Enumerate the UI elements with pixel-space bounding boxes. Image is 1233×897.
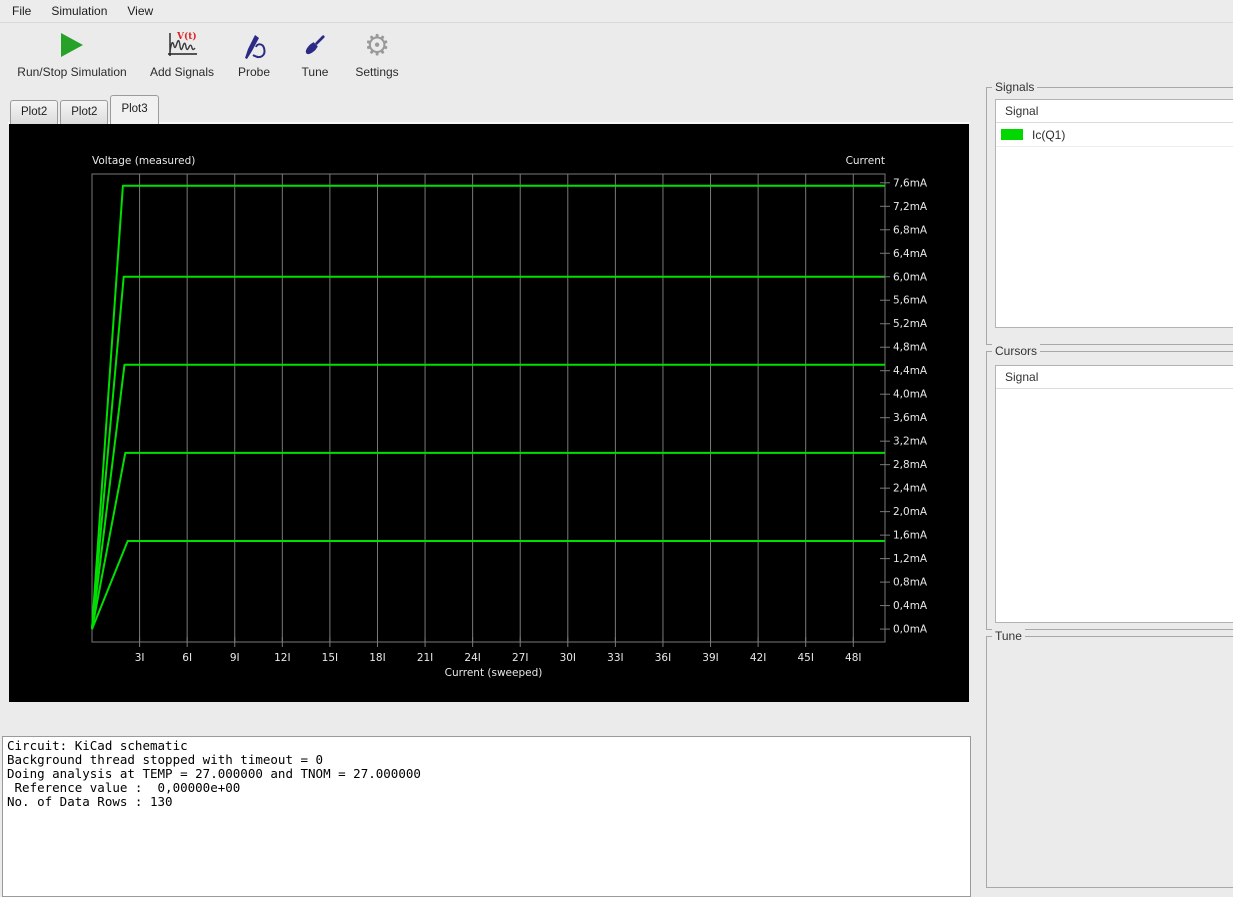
signal-color-swatch: [1001, 129, 1023, 140]
x-tick-label: 45I: [797, 652, 813, 664]
add-signals-button[interactable]: V(t) Add Signals: [143, 27, 221, 79]
gear-icon: ⚙: [364, 27, 390, 62]
run-stop-simulation-button[interactable]: Run/Stop Simulation: [8, 27, 136, 79]
y-tick-label: 7,2mA: [893, 201, 928, 213]
plot-traces: [91, 184, 885, 630]
y-tick-label: 6,8mA: [893, 224, 928, 236]
x-tick-label: 12I: [274, 652, 290, 664]
plot-grid: [139, 174, 854, 642]
y-tick-label: 1,6mA: [893, 530, 928, 542]
y-tick-label: 1,2mA: [893, 553, 928, 565]
x-tick-label: 6I: [182, 652, 192, 664]
y-tick-label: 4,4mA: [893, 365, 928, 377]
signals-list[interactable]: Signal Ic(Q1): [995, 99, 1233, 328]
x-tick-label: 15I: [322, 652, 338, 664]
y-tick-label: 7,6mA: [893, 177, 928, 189]
y-axis-title-left: Voltage (measured): [92, 155, 195, 167]
x-tick-label: 21I: [417, 652, 433, 664]
x-tick-label: 33I: [607, 652, 623, 664]
plot-canvas[interactable]: 0,0mA 0,4mA 0,8mA 1,2mA 1,6mA 2,0mA 2,4mA 2,8mA…: [9, 124, 967, 700]
y-tick-label: 0,0mA: [893, 624, 928, 636]
tune-button[interactable]: Tune: [292, 27, 338, 79]
trace-ic-q1-step-5: [91, 184, 885, 630]
x-axis-ticks: 3I 6I 9I 12I 15I 18I 21I 24I 27I 30I 33I 36I 39I 42I 4…: [135, 637, 862, 664]
plot-panel[interactable]: 0,0mA 0,4mA 0,8mA 1,2mA 1,6mA 2,0mA 2,4mA 2,8mA…: [9, 124, 969, 702]
menu-item-view[interactable]: View: [117, 1, 163, 21]
tune-groupbox-title: Tune: [992, 629, 1025, 643]
x-tick-label: 48I: [845, 652, 861, 664]
signals-groupbox: Signals Signal Ic(Q1): [986, 80, 1233, 345]
tab-plot3-2[interactable]: Plot3: [110, 95, 159, 124]
y-tick-label: 6,4mA: [893, 248, 928, 260]
menu-item-simulation[interactable]: Simulation: [41, 1, 117, 21]
x-tick-label: 9I: [230, 652, 240, 664]
plot-frame: [91, 173, 886, 643]
signal-row[interactable]: Ic(Q1): [996, 123, 1233, 147]
y-tick-label: 4,8mA: [893, 342, 928, 354]
settings-button[interactable]: ⚙ Settings: [348, 27, 406, 79]
y-tick-label: 0,8mA: [893, 577, 928, 589]
y-axis-title-right: Current: [846, 155, 885, 167]
menu-bar: File Simulation View: [0, 0, 1233, 23]
tune-label: Tune: [301, 65, 329, 79]
y-tick-label: 5,2mA: [893, 318, 928, 330]
tab-plot2-0[interactable]: Plot2: [10, 100, 59, 124]
cursors-groupbox: Cursors Signal: [986, 344, 1233, 630]
cursors-list[interactable]: Signal: [995, 365, 1233, 623]
y-tick-label: 4,0mA: [893, 389, 928, 401]
cursors-column-header[interactable]: Signal: [996, 366, 1233, 389]
probe-button[interactable]: Probe: [228, 27, 280, 79]
x-tick-label: 24I: [464, 652, 480, 664]
run-stop-simulation-label: Run/Stop Simulation: [17, 65, 127, 79]
tab-plot2-1[interactable]: Plot2: [60, 100, 109, 124]
probe-icon: [238, 27, 270, 63]
waveform-icon: V(t): [164, 27, 200, 63]
y-tick-label: 3,6mA: [893, 412, 928, 424]
x-tick-label: 27I: [512, 652, 528, 664]
play-icon: [59, 27, 85, 63]
trace-ic-q1-step-3: [91, 363, 885, 630]
tune-icon: [300, 27, 330, 63]
settings-label: Settings: [355, 65, 399, 79]
add-signals-label: Add Signals: [149, 65, 215, 79]
x-tick-label: 3I: [135, 652, 145, 664]
signals-groupbox-title: Signals: [992, 80, 1038, 94]
x-tick-label: 42I: [750, 652, 766, 664]
y-tick-label: 2,8mA: [893, 459, 928, 471]
y-tick-label: 2,0mA: [893, 506, 928, 518]
y-tick-label: 0,4mA: [893, 600, 928, 612]
signals-column-header[interactable]: Signal: [996, 100, 1233, 123]
signal-name: Ic(Q1): [1032, 127, 1066, 142]
plot-tabstrip: Plot2 Plot2 Plot3: [10, 95, 161, 124]
trace-ic-q1-step-1: [91, 540, 885, 630]
y-tick-label: 6,0mA: [893, 271, 928, 283]
x-tick-label: 36I: [655, 652, 671, 664]
y-axis-ticks: 0,0mA 0,4mA 0,8mA 1,2mA 1,6mA 2,0mA 2,4mA 2,8mA…: [880, 177, 928, 636]
x-axis-title: Current (sweeped): [445, 667, 543, 679]
console-log: Circuit: KiCad schematic Background thre…: [2, 735, 971, 897]
menu-item-file[interactable]: File: [2, 1, 41, 21]
x-tick-label: 30I: [560, 652, 576, 664]
cursors-groupbox-title: Cursors: [992, 344, 1041, 358]
x-tick-label: 18I: [369, 652, 385, 664]
toolbar: Run/Stop Simulation V(t) Add Signals Pro…: [0, 23, 1233, 87]
y-tick-label: 5,6mA: [893, 295, 928, 307]
tune-groupbox: Tune: [986, 629, 1233, 888]
y-tick-label: 3,2mA: [893, 436, 928, 448]
probe-label: Probe: [237, 65, 271, 79]
x-tick-label: 39I: [702, 652, 718, 664]
y-tick-label: 2,4mA: [893, 483, 928, 495]
